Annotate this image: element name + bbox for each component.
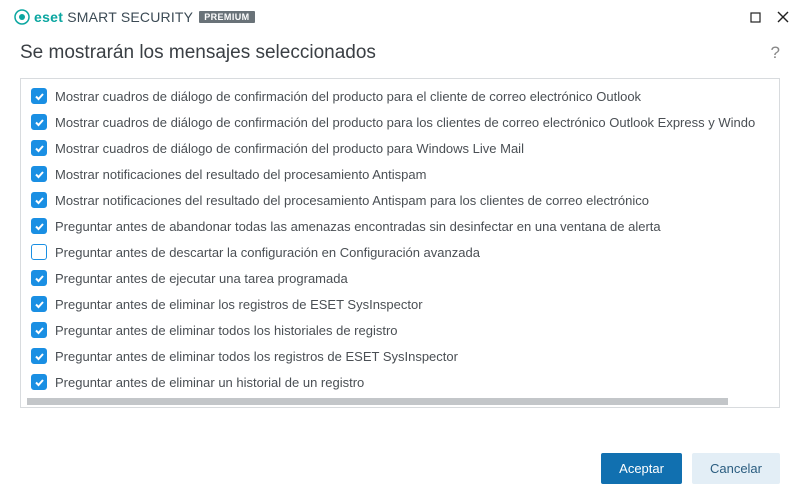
check-icon xyxy=(34,91,45,102)
checkbox[interactable] xyxy=(31,114,47,130)
list-item-label: Preguntar antes de eliminar todos los re… xyxy=(55,349,458,364)
list-item-label: Mostrar cuadros de diálogo de confirmaci… xyxy=(55,89,641,104)
check-icon xyxy=(34,273,45,284)
checkbox[interactable] xyxy=(31,270,47,286)
list-item-label: Mostrar notificaciones del resultado del… xyxy=(55,193,649,208)
maximize-button[interactable] xyxy=(748,10,762,24)
checkbox[interactable] xyxy=(31,88,47,104)
checkbox[interactable] xyxy=(31,348,47,364)
close-button[interactable] xyxy=(776,10,790,24)
checkbox[interactable] xyxy=(31,166,47,182)
close-icon xyxy=(777,11,789,23)
list-item-label: Preguntar antes de abandonar todas las a… xyxy=(55,219,661,234)
checkbox[interactable] xyxy=(31,374,47,390)
options-list[interactable]: Mostrar cuadros de diálogo de confirmaci… xyxy=(21,79,779,396)
list-item[interactable]: Preguntar antes de eliminar un historial… xyxy=(21,369,779,395)
check-icon xyxy=(34,221,45,232)
brand-edition: PREMIUM xyxy=(199,11,254,23)
list-item[interactable]: Preguntar antes de descartar la configur… xyxy=(21,239,779,265)
list-item[interactable]: Preguntar antes de abandonar todas las a… xyxy=(21,213,779,239)
list-item[interactable]: Mostrar cuadros de diálogo de confirmaci… xyxy=(21,83,779,109)
list-item[interactable]: Preguntar antes de eliminar los registro… xyxy=(21,291,779,317)
checkbox[interactable] xyxy=(31,296,47,312)
check-icon xyxy=(34,195,45,206)
list-item[interactable]: Preguntar antes de eliminar todos los hi… xyxy=(21,317,779,343)
titlebar: eset SMART SECURITY PREMIUM xyxy=(0,0,800,32)
accept-button[interactable]: Aceptar xyxy=(601,453,682,484)
maximize-icon xyxy=(750,12,761,23)
horizontal-scrollbar-thumb[interactable] xyxy=(27,398,728,405)
brand-product: SMART SECURITY xyxy=(67,9,193,25)
checkbox[interactable] xyxy=(31,140,47,156)
check-icon xyxy=(34,299,45,310)
list-item-label: Preguntar antes de eliminar los registro… xyxy=(55,297,423,312)
list-item-label: Mostrar cuadros de diálogo de confirmaci… xyxy=(55,141,524,156)
brand-logo-icon xyxy=(14,9,30,25)
options-list-container: Mostrar cuadros de diálogo de confirmaci… xyxy=(20,78,780,408)
list-item[interactable]: Preguntar antes de eliminar todos los re… xyxy=(21,343,779,369)
check-icon xyxy=(34,117,45,128)
check-icon xyxy=(34,169,45,180)
checkbox[interactable] xyxy=(31,322,47,338)
list-item-label: Preguntar antes de eliminar todos los hi… xyxy=(55,323,398,338)
heading-row: Se mostrarán los mensajes seleccionados … xyxy=(0,32,800,78)
check-icon xyxy=(34,377,45,388)
list-item-label: Preguntar antes de eliminar un historial… xyxy=(55,375,364,390)
page-title: Se mostrarán los mensajes seleccionados xyxy=(20,42,376,64)
list-item-label: Preguntar antes de descartar la configur… xyxy=(55,245,480,260)
checkbox[interactable] xyxy=(31,218,47,234)
list-item[interactable]: Mostrar notificaciones del resultado del… xyxy=(21,161,779,187)
window-controls xyxy=(748,10,790,24)
checkbox[interactable] xyxy=(31,192,47,208)
list-item-label: Mostrar notificaciones del resultado del… xyxy=(55,167,426,182)
list-item[interactable]: Mostrar notificaciones del resultado del… xyxy=(21,187,779,213)
help-button[interactable]: ? xyxy=(771,43,780,63)
list-item-label: Mostrar cuadros de diálogo de confirmaci… xyxy=(55,115,755,130)
cancel-button[interactable]: Cancelar xyxy=(692,453,780,484)
brand-eset: eset xyxy=(34,9,63,25)
check-icon xyxy=(34,325,45,336)
check-icon xyxy=(34,143,45,154)
list-item-label: Preguntar antes de ejecutar una tarea pr… xyxy=(55,271,348,286)
brand: eset SMART SECURITY PREMIUM xyxy=(14,9,255,25)
list-item[interactable]: Preguntar antes de ejecutar una tarea pr… xyxy=(21,265,779,291)
list-item[interactable]: Mostrar cuadros de diálogo de confirmaci… xyxy=(21,135,779,161)
dialog-footer: Aceptar Cancelar xyxy=(0,439,800,500)
checkbox[interactable] xyxy=(31,244,47,260)
check-icon xyxy=(34,351,45,362)
list-item[interactable]: Mostrar cuadros de diálogo de confirmaci… xyxy=(21,109,779,135)
horizontal-scrollbar[interactable] xyxy=(21,396,779,407)
